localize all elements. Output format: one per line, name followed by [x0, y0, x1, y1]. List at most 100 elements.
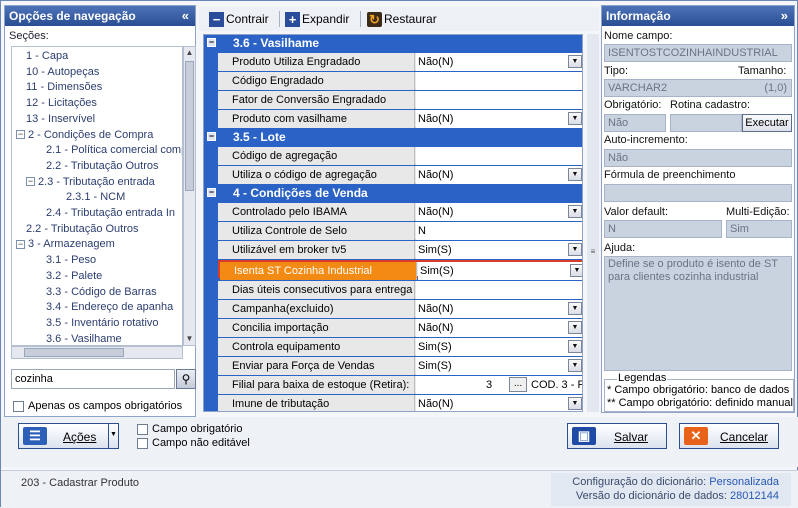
tree-item[interactable]: −2.3 - Tributação entrada	[26, 175, 155, 190]
chevron-down-icon[interactable]: ▼	[568, 243, 582, 256]
property-row[interactable]: Produto com vasilhame Não(N) ▼	[218, 110, 582, 128]
lookup-button[interactable]: ...	[509, 377, 527, 392]
property-value-text: Sim(S)	[418, 244, 452, 256]
property-value[interactable]: Não(N) ▼	[416, 203, 582, 221]
category-header[interactable]: − 3.6 - Vasilhame	[204, 35, 582, 51]
scroll-thumb[interactable]	[185, 61, 194, 191]
legend-title: Legendas	[617, 372, 668, 384]
category-header[interactable]: − 4 - Condições de Venda	[204, 185, 582, 201]
property-row[interactable]: Código Engradado	[218, 72, 582, 90]
save-button[interactable]: ▣ Salvar	[567, 423, 667, 449]
property-value[interactable]: Sim(S) ▼	[418, 262, 582, 280]
tree-item[interactable]: 11 - Dimensões	[26, 80, 102, 95]
chevron-down-icon[interactable]: ▼	[568, 340, 582, 353]
tree-item[interactable]: 2.2 - Tributação Outros	[26, 222, 139, 237]
property-row[interactable]: Utilizável em broker tv5 Sim(S) ▼	[218, 241, 582, 259]
property-value[interactable]	[416, 147, 582, 165]
tree-item[interactable]: 2.3.1 - NCM	[66, 190, 125, 205]
chevron-down-icon[interactable]: ▼	[568, 55, 582, 68]
collapse-left-icon[interactable]: «	[182, 6, 189, 26]
execute-button[interactable]: Executar	[742, 114, 792, 132]
tree-vertical-scrollbar[interactable]: ▲ ▼	[183, 46, 196, 346]
actions-button[interactable]: ☰ Ações ▼	[18, 423, 119, 449]
tree-item[interactable]: 10 - Autopeças	[26, 65, 99, 80]
restore-button[interactable]: ↻ Restaurar	[367, 10, 437, 28]
property-value[interactable]: 3... COD. 3 - FILI	[416, 376, 582, 394]
chevron-down-icon[interactable]: ▼	[108, 424, 118, 448]
tree-item[interactable]: 3.4 - Endereço de apanha	[46, 300, 173, 315]
scroll-up-icon[interactable]: ▲	[184, 47, 195, 59]
chevron-down-icon[interactable]: ▼	[568, 112, 582, 125]
property-value[interactable]: Não(N) ▼	[416, 319, 582, 337]
property-value[interactable]	[416, 91, 582, 109]
property-row[interactable]: Isenta ST Cozinha Industrial Sim(S) ▼	[218, 260, 582, 280]
field-name-value: ISENTOSTCOZINHAINDUSTRIAL	[604, 44, 792, 62]
chevron-down-icon[interactable]: ▼	[568, 205, 582, 218]
property-row[interactable]: Controla equipamento Sim(S) ▼	[218, 338, 582, 356]
collapse-right-icon[interactable]: »	[781, 6, 788, 26]
tree-item[interactable]: 1 - Capa	[26, 49, 68, 64]
tree-item[interactable]: 2.1 - Política comercial comp	[46, 143, 182, 158]
cancel-button[interactable]: ✕ Cancelar	[679, 423, 779, 449]
property-value[interactable]: Não(N) ▼	[416, 395, 582, 411]
property-value[interactable]	[416, 72, 582, 90]
grip-icon[interactable]: ≡	[589, 248, 597, 264]
collapse-category-icon[interactable]: −	[207, 38, 216, 47]
tree-item[interactable]: 2.2 - Tributação Outros	[46, 159, 159, 174]
property-row[interactable]: Utiliza Controle de Selo N	[218, 222, 582, 240]
property-value[interactable]: Não(N) ▼	[416, 53, 582, 71]
tree-item[interactable]: 2.4 - Tributação entrada In	[46, 206, 175, 221]
tree-toggle-icon[interactable]: −	[26, 177, 35, 187]
property-row[interactable]: Filial para baixa de estoque (Retira): 3.…	[218, 376, 582, 394]
search-input[interactable]: cozinha	[11, 369, 175, 389]
only-required-checkbox[interactable]: Apenas os campos obrigatórios	[13, 400, 182, 413]
tree-item[interactable]: 3.5 - Inventário rotativo	[46, 316, 159, 331]
tree-item[interactable]: 3.2 - Palete	[46, 269, 102, 284]
property-value[interactable]	[416, 281, 582, 299]
property-value[interactable]: Sim(S) ▼	[416, 338, 582, 356]
hscroll-thumb[interactable]	[24, 348, 124, 357]
chevron-down-icon[interactable]: ▼	[568, 397, 582, 410]
collapse-button[interactable]: − Contrair	[209, 10, 269, 28]
checkbox-box[interactable]	[13, 400, 24, 412]
property-row[interactable]: Produto Utiliza Engradado Não(N) ▼	[218, 53, 582, 71]
property-value[interactable]: Não(N) ▼	[416, 110, 582, 128]
property-row[interactable]: Fator de Conversão Engradado	[218, 91, 582, 109]
tree-item[interactable]: 12 - Licitações	[26, 96, 97, 111]
search-button[interactable]: ⚲	[176, 369, 196, 389]
tree-item[interactable]: 3.3 - Código de Barras	[46, 285, 157, 300]
chevron-down-icon[interactable]: ▼	[568, 359, 582, 372]
collapse-category-icon[interactable]: −	[207, 188, 216, 197]
sections-tree[interactable]: 1 - Capa 10 - Autopeças 11 - Dimensões 12 -…	[11, 46, 183, 346]
tree-toggle-icon[interactable]: −	[16, 130, 25, 140]
property-row[interactable]: Concilia importação Não(N) ▼	[218, 319, 582, 337]
chevron-down-icon[interactable]: ▼	[570, 264, 582, 277]
category-header[interactable]: − 3.5 - Lote	[204, 129, 582, 145]
property-row[interactable]: Código de agregação	[218, 147, 582, 165]
tree-item[interactable]: 3.1 - Peso	[46, 253, 96, 268]
property-value[interactable]: Não(N) ▼	[416, 166, 582, 184]
tree-horizontal-scrollbar[interactable]	[11, 346, 183, 359]
tree-item[interactable]: 13 - Inservível	[26, 112, 95, 127]
property-row[interactable]: Dias úteis consecutivos para entrega	[218, 281, 582, 299]
tree-item[interactable]: −3 - Armazenagem	[16, 237, 115, 252]
collapse-category-icon[interactable]: −	[207, 132, 216, 141]
tree-item[interactable]: −2 - Condições de Compra	[16, 128, 153, 143]
expand-button[interactable]: + Expandir	[285, 10, 349, 28]
property-value[interactable]: Sim(S) ▼	[416, 241, 582, 259]
grid-splitter[interactable]: ≡	[587, 34, 599, 412]
property-row[interactable]: Controlado pelo IBAMA Não(N) ▼	[218, 203, 582, 221]
tree-toggle-icon[interactable]: −	[16, 239, 25, 249]
tree-item[interactable]: 3.6 - Vasilhame	[46, 332, 122, 345]
property-value[interactable]: Sim(S) ▼	[416, 357, 582, 375]
property-row[interactable]: Imune de tributação Não(N) ▼	[218, 395, 582, 411]
scroll-down-icon[interactable]: ▼	[184, 333, 195, 345]
property-row[interactable]: Utiliza o código de agregação Não(N) ▼	[218, 166, 582, 184]
chevron-down-icon[interactable]: ▼	[568, 168, 582, 181]
property-value[interactable]: Não(N) ▼	[416, 300, 582, 318]
property-value[interactable]: N	[416, 222, 582, 240]
chevron-down-icon[interactable]: ▼	[568, 302, 582, 315]
chevron-down-icon[interactable]: ▼	[568, 321, 582, 334]
property-row[interactable]: Enviar para Força de Vendas Sim(S) ▼	[218, 357, 582, 375]
property-row[interactable]: Campanha(excluido) Não(N) ▼	[218, 300, 582, 318]
